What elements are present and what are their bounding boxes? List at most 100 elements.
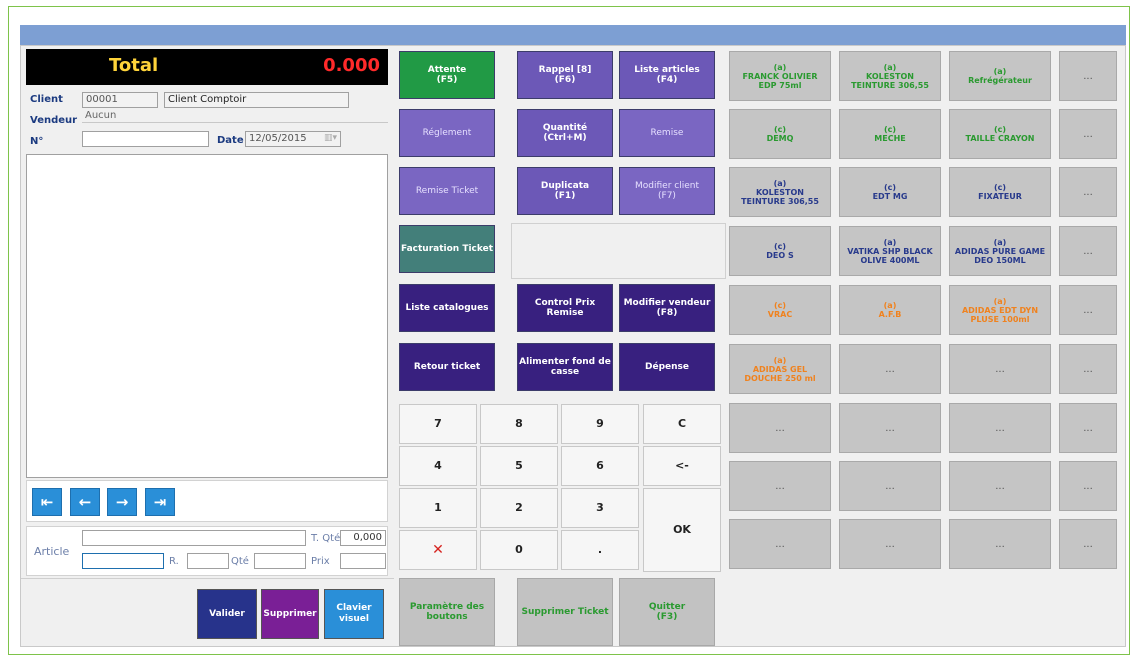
ticket-lines-list[interactable] [26,154,388,478]
key-cancel-icon[interactable]: ✕ [399,530,477,570]
key-5[interactable]: 5 [480,446,558,486]
prix-field[interactable] [340,553,386,569]
pos-app: Total 0.000 Client 00001 Client Comptoir… [20,45,1126,647]
product-button[interactable]: (a) FRANCK OLIVIER EDP 75ml [729,51,831,101]
key-1[interactable]: 1 [399,488,477,528]
product-button[interactable]: (c) DEMQ [729,109,831,159]
article-designation-field[interactable] [82,530,306,546]
client-name-field[interactable]: Client Comptoir [164,92,349,108]
article-entry: Article T. Qté 0,000 R. Qté Prix [26,526,388,576]
left-panel: Total 0.000 Client 00001 Client Comptoir… [21,46,394,648]
first-record-button[interactable]: ⇤ [32,488,62,516]
prev-record-button[interactable]: ← [70,488,100,516]
product-button[interactable]: ... [729,403,831,453]
product-button[interactable]: (c) TAILLE CRAYON [949,109,1051,159]
remise-ticket-button[interactable]: Remise Ticket [399,167,495,215]
modifier-vendeur-button[interactable]: Modifier vendeur (F8) [619,284,715,332]
product-button[interactable]: ... [949,344,1051,394]
parametre-boutons-button[interactable]: Paramètre des boutons [399,578,495,646]
attente-button[interactable]: Attente (F5) [399,51,495,99]
product-button[interactable]: ... [729,519,831,569]
key-3[interactable]: 3 [561,488,639,528]
r-field[interactable] [187,553,229,569]
next-record-button[interactable]: → [107,488,137,516]
product-button[interactable]: (a) ADIDAS EDT DYN PLUSE 100ml [949,285,1051,335]
article-code-input[interactable] [82,553,164,569]
product-button[interactable]: ... [1059,51,1117,101]
product-button[interactable]: ... [1059,109,1117,159]
product-button[interactable]: ... [1059,344,1117,394]
product-button[interactable]: ... [949,403,1051,453]
key-0[interactable]: 0 [480,530,558,570]
date-value: 12/05/2015 [249,133,307,144]
product-button[interactable]: (a) VATIKA SHP BLACK OLIVE 400ML [839,226,941,276]
alimenter-fond-button[interactable]: Alimenter fond de casse [517,343,613,391]
date-field[interactable]: 12/05/2015 ▥▾ [245,131,341,147]
retour-ticket-button[interactable]: Retour ticket [399,343,495,391]
control-prix-remise-button[interactable]: Control Prix Remise [517,284,613,332]
depense-button[interactable]: Dépense [619,343,715,391]
product-button[interactable]: (a) KOLESTON TEINTURE 306,55 [729,167,831,217]
qte-field[interactable] [254,553,306,569]
key-9[interactable]: 9 [561,404,639,444]
product-button[interactable]: ... [729,461,831,511]
num-field[interactable] [82,131,209,147]
key-2[interactable]: 2 [480,488,558,528]
product-button[interactable]: ... [1059,285,1117,335]
product-button[interactable]: (c) EDT MG [839,167,941,217]
tqte-label: T. Qté [311,533,341,544]
product-button[interactable]: (a) KOLESTON TEINTURE 306,55 [839,51,941,101]
empty-cell [511,223,726,279]
product-button[interactable]: ... [839,519,941,569]
client-label: Client [30,94,63,105]
product-button[interactable]: (c) FIXATEUR [949,167,1051,217]
valider-button[interactable]: Valider [197,589,257,639]
key-backspace[interactable]: <- [643,446,721,486]
rappel-button[interactable]: Rappel [8] (F6) [517,51,613,99]
liste-catalogues-button[interactable]: Liste catalogues [399,284,495,332]
modifier-client-button[interactable]: Modifier client (F7) [619,167,715,215]
product-button[interactable]: (c) DEO S [729,226,831,276]
qte-label: Qté [231,556,249,567]
client-code-field[interactable]: 00001 [82,92,158,108]
product-button[interactable]: (c) MECHE [839,109,941,159]
product-button[interactable]: ... [839,344,941,394]
calendar-icon[interactable]: ▥▾ [324,133,337,143]
article-label: Article [34,545,70,558]
supprimer-button[interactable]: Supprimer [261,589,319,639]
product-button[interactable]: (a) Refrégérateur [949,51,1051,101]
product-button[interactable]: ... [1059,519,1117,569]
key-clear[interactable]: C [643,404,721,444]
key-ok[interactable]: OK [643,488,721,572]
remise-button[interactable]: Remise [619,109,715,157]
numeric-keypad: 7 8 9 C 4 5 6 <- 1 2 3 OK ✕ 0 . [399,402,726,576]
product-button[interactable]: ... [1059,167,1117,217]
key-6[interactable]: 6 [561,446,639,486]
product-button[interactable]: ... [1059,226,1117,276]
facturation-ticket-button[interactable]: Facturation Ticket [399,225,495,273]
product-button[interactable]: (a) A.F.B [839,285,941,335]
quitter-button[interactable]: Quitter (F3) [619,578,715,646]
product-button[interactable]: (a) ADIDAS PURE GAME DEO 150ML [949,226,1051,276]
supprimer-ticket-button[interactable]: Supprimer Ticket [517,578,613,646]
product-button[interactable]: (c) VRAC [729,285,831,335]
product-button[interactable]: ... [949,519,1051,569]
product-button[interactable]: ... [839,461,941,511]
product-button[interactable]: ... [839,403,941,453]
key-dot[interactable]: . [561,530,639,570]
quantite-button[interactable]: Quantité (Ctrl+M) [517,109,613,157]
product-button[interactable]: ... [1059,461,1117,511]
vendeur-label: Vendeur [30,115,78,126]
reglement-button[interactable]: Réglement [399,109,495,157]
product-button[interactable]: ... [949,461,1051,511]
product-button[interactable]: (a) ADIDAS GEL DOUCHE 250 ml [729,344,831,394]
last-record-button[interactable]: ⇥ [145,488,175,516]
vendeur-value: Aucun [85,110,117,121]
key-7[interactable]: 7 [399,404,477,444]
clavier-visuel-button[interactable]: Clavier visuel [324,589,384,639]
key-4[interactable]: 4 [399,446,477,486]
liste-articles-button[interactable]: Liste articles (F4) [619,51,715,99]
key-8[interactable]: 8 [480,404,558,444]
product-button[interactable]: ... [1059,403,1117,453]
duplicata-button[interactable]: Duplicata (F1) [517,167,613,215]
